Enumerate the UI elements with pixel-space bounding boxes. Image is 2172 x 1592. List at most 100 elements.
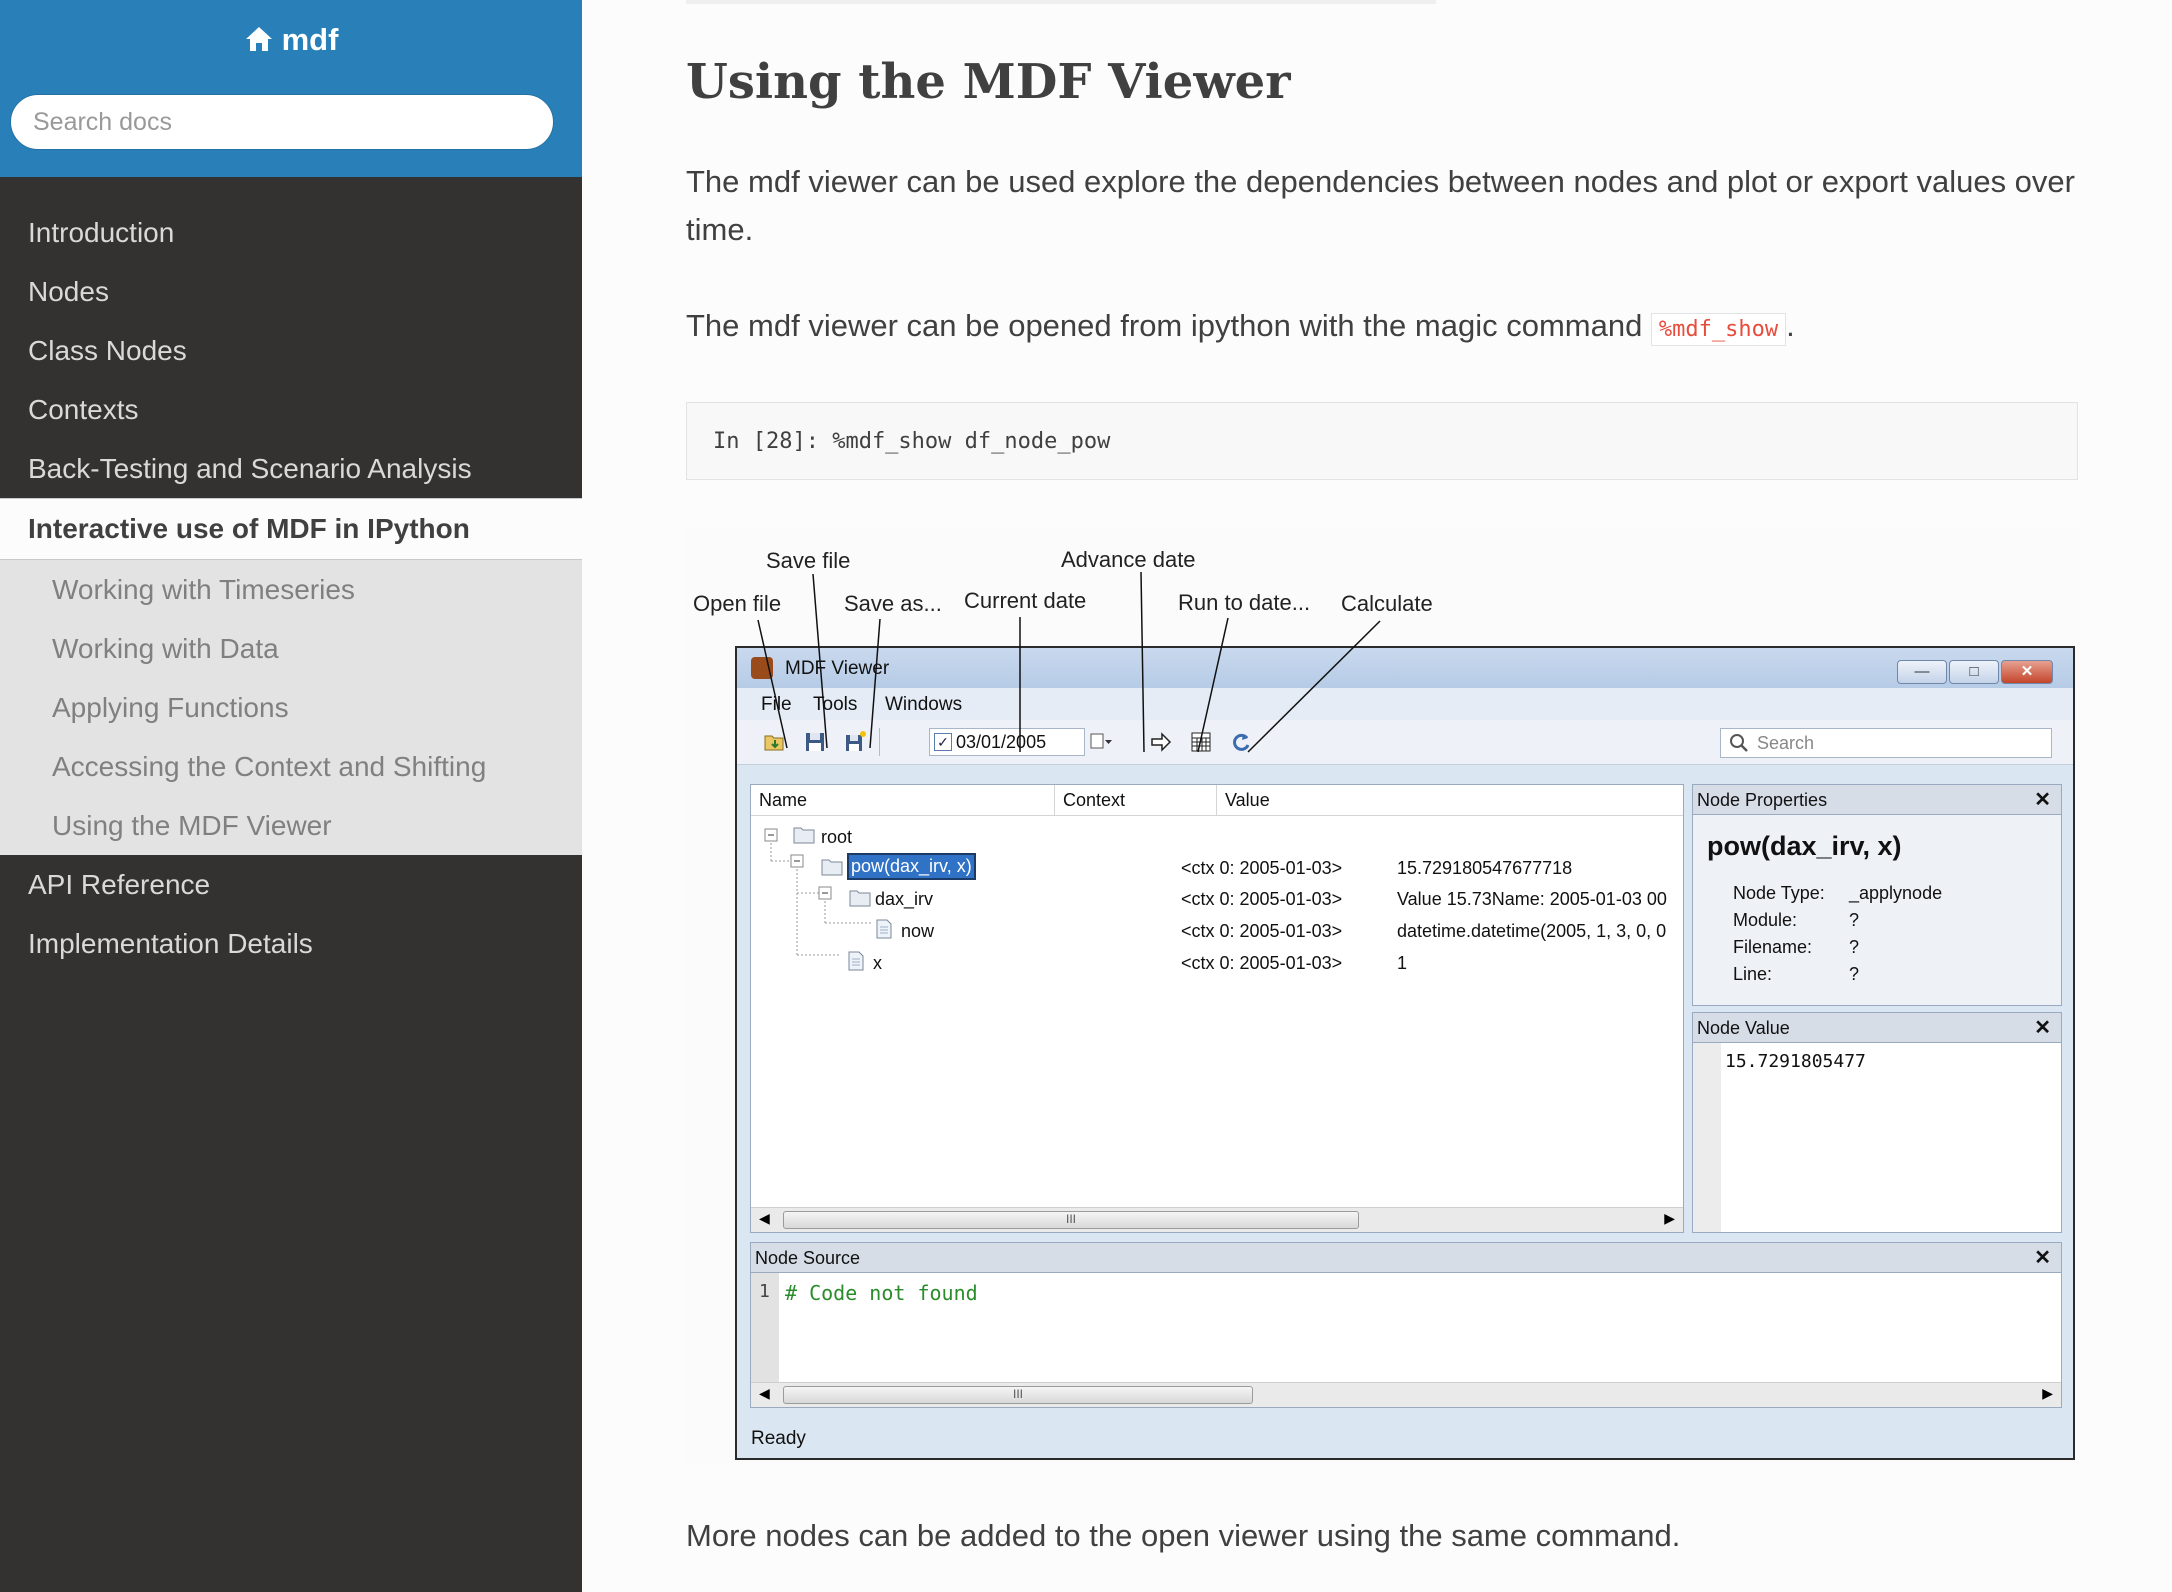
prop-label: Node Type: [1733,883,1825,903]
viewer-search-placeholder: Search [1757,733,1815,753]
save-as-icon[interactable] [843,730,867,754]
nav-subitem-timeseries[interactable]: Working with Timeseries [0,560,582,619]
sidebar-header: mdf [0,0,582,177]
calculate-icon[interactable] [1229,730,1253,754]
run-to-date-icon[interactable] [1189,730,1213,754]
tree-row-context: <ctx 0: 2005-01-03> [1181,858,1343,878]
nav-item-api-reference[interactable]: API Reference [0,855,582,914]
menubar: File Tools Windows [737,688,2073,720]
toolbar: ✓ 03/01/2005 Search [737,720,2073,765]
search-icon [1730,734,1748,752]
nav-menu: Introduction Nodes Class Nodes Contexts … [0,203,582,973]
node-tree: Name Context Value root pow(dax_irv, x) … [750,784,1684,1233]
nav-item-introduction[interactable]: Introduction [0,203,582,262]
prop-label: Line: [1733,964,1773,984]
scroll-left-icon[interactable]: ◀ [759,1385,770,1402]
callout-save-file: Save file [766,548,851,573]
source-code[interactable]: # Code not found [785,1281,978,1305]
nav-item-interactive-ipython[interactable]: Interactive use of MDF in IPython [0,498,582,560]
tree-row-name[interactable]: x [873,953,882,974]
nav-subitem-applying-functions[interactable]: Applying Functions [0,678,582,737]
node-value-header: Node Value ✕ [1693,1013,2061,1043]
toolbar-separator [879,728,880,756]
menu-file[interactable]: File [761,694,792,716]
scroll-right-icon[interactable]: ▶ [1664,1210,1675,1227]
nav-subitem-data[interactable]: Working with Data [0,619,582,678]
prop-label: Filename: [1733,937,1813,957]
brand-link[interactable]: mdf [0,22,582,61]
mdf-viewer-window: MDF Viewer — □ ✕ File Tools Windows ✓ 03… [735,646,2075,1460]
nav-item-contexts[interactable]: Contexts [0,380,582,439]
scroll-right-icon[interactable]: ▶ [2042,1385,2053,1402]
close-icon[interactable]: ✕ [2034,1243,2051,1273]
prop-value: ? [1849,910,1860,930]
file-icon [876,919,892,939]
page-title: Using the MDF Viewer [686,54,1291,110]
nav-item-nodes[interactable]: Nodes [0,262,582,321]
callout-current-date: Current date [964,588,1087,613]
node-source-title: Node Source [755,1248,861,1268]
node-properties-title: Node Properties [1697,790,1828,810]
nav-item-implementation[interactable]: Implementation Details [0,914,582,973]
node-properties-header: Node Properties ✕ [1693,785,2061,815]
date-enable-checkbox[interactable]: ✓ [934,733,952,751]
column-header-name[interactable]: Name [751,785,1055,815]
node-source-panel: Node Source ✕ 1 # Code not found ◀ III ▶ [750,1242,2062,1408]
node-value-text[interactable]: 15.7291805477 [1725,1051,1866,1072]
source-horizontal-scrollbar[interactable]: ◀ III ▶ [751,1382,2061,1407]
tree-row-context: <ctx 0: 2005-01-03> [1181,921,1343,941]
callout-advance-date: Advance date [1061,547,1196,572]
tree-row-value: Value 15.73Name: 2005-01-03 00 [1397,889,1667,909]
prop-label: Module: [1733,910,1798,930]
maximize-button[interactable]: □ [1949,660,1999,684]
calendar-dropdown-icon[interactable] [1089,730,1113,754]
nav-subitem-mdf-viewer[interactable]: Using the MDF Viewer [0,796,582,855]
callout-run-to-date: Run to date... [1178,590,1311,615]
close-button[interactable]: ✕ [2001,660,2053,684]
tree-lines [764,828,873,956]
paragraph-more-nodes: More nodes can be added to the open view… [686,1518,1681,1553]
inline-code: %mdf_show [1650,313,1787,346]
menu-windows[interactable]: Windows [885,694,962,716]
tree-row-context: <ctx 0: 2005-01-03> [1181,953,1343,973]
minimize-button[interactable]: — [1897,660,1947,684]
current-date-field[interactable]: ✓ 03/01/2005 [929,728,1085,756]
window-title: MDF Viewer [785,658,890,679]
node-value-title: Node Value [1697,1018,1790,1038]
status-bar-text: Ready [751,1428,806,1449]
viewer-search-input[interactable]: Search [1720,728,2052,758]
close-icon[interactable]: ✕ [2034,1013,2051,1043]
scroll-left-icon[interactable]: ◀ [759,1210,770,1227]
nav-subitem-context-shifting[interactable]: Accessing the Context and Shifting [0,737,582,796]
paragraph-end: . [1786,308,1795,343]
menu-tools[interactable]: Tools [813,694,857,716]
nav-item-back-testing[interactable]: Back-Testing and Scenario Analysis [0,439,582,498]
tree-row-name[interactable]: now [901,921,934,942]
folder-icon [821,859,843,876]
paragraph-text: The mdf viewer can be opened from ipytho… [686,308,1651,343]
node-source-header: Node Source ✕ [751,1243,2061,1273]
folder-icon [849,890,871,907]
callout-open-file: Open file [693,591,782,616]
column-header-context[interactable]: Context [1055,785,1217,815]
tree-row-value: 1 [1397,953,1408,973]
node-name-heading: pow(dax_irv, x) [1707,831,1902,861]
node-value-gutter [1693,1043,1721,1232]
nav-item-class-nodes[interactable]: Class Nodes [0,321,582,380]
open-file-icon[interactable] [763,730,787,754]
window-titlebar[interactable]: MDF Viewer — □ ✕ [737,648,2073,688]
scrollbar-thumb[interactable]: III [783,1386,1253,1404]
tree-horizontal-scrollbar[interactable]: ◀ III ▶ [751,1207,1683,1232]
close-icon[interactable]: ✕ [2034,785,2051,815]
paragraph-intro: The mdf viewer can be used explore the d… [686,164,2075,247]
advance-date-icon[interactable] [1149,730,1173,754]
scrollbar-thumb[interactable]: III [783,1211,1359,1229]
column-header-value[interactable]: Value [1217,785,1683,815]
save-file-icon[interactable] [803,730,827,754]
tree-row-name-selected[interactable]: pow(dax_irv, x) [847,853,976,880]
search-input[interactable] [10,94,554,150]
tree-row-name[interactable]: dax_irv [875,889,933,910]
line-number: 1 [759,1281,770,1302]
paragraph-magic-command: The mdf viewer can be opened from ipytho… [686,302,2086,354]
tree-row-name[interactable]: root [821,827,852,848]
